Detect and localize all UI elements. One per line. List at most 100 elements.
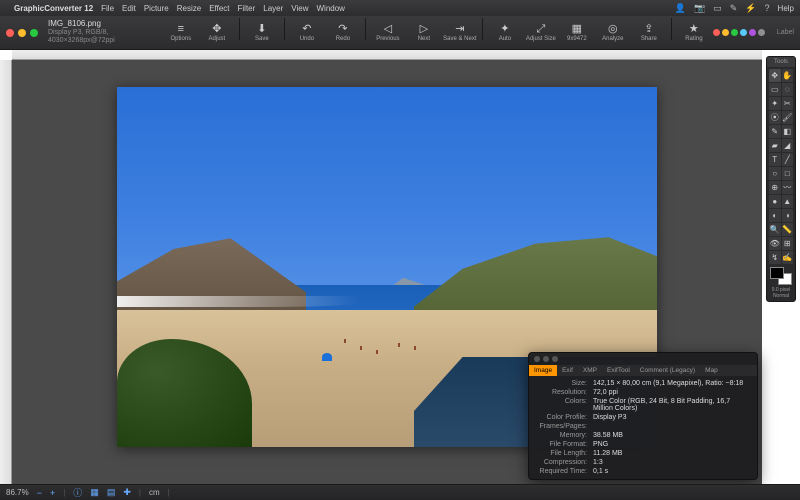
rect-tool[interactable]: □ <box>782 167 794 180</box>
info-val-format: PNG <box>593 441 751 448</box>
tab-map[interactable]: Map <box>700 365 723 376</box>
tab-exif[interactable]: Exif <box>557 365 578 376</box>
tools-palette[interactable]: Tools ✥ ✋ ▭ ◌ ✦ ✂ ⦿ 🖌 ✎ ◧ ▰ ◢ T ╱ ○ □ ⊕ … <box>766 56 796 302</box>
app-name[interactable]: GraphicConverter 12 <box>14 4 93 13</box>
menu-help[interactable]: Help <box>778 4 794 13</box>
tools-palette-header[interactable]: Tools <box>767 57 795 67</box>
stamp-tool[interactable]: ⊕ <box>769 181 781 194</box>
line-tool[interactable]: ╱ <box>782 153 794 166</box>
brush-tool[interactable]: 🖌 <box>782 111 794 124</box>
horizontal-ruler[interactable] <box>12 50 762 60</box>
path-tool[interactable]: ↯ <box>769 251 781 264</box>
bolt-icon[interactable]: ⚡ <box>745 3 756 14</box>
label-red[interactable] <box>713 29 720 36</box>
save-next-button[interactable]: ⇥Save & Next <box>443 18 477 48</box>
lasso-tool[interactable]: ◌ <box>782 83 794 96</box>
zoom-out-icon[interactable]: − <box>37 488 42 498</box>
grid-button[interactable]: ▦9x9472 <box>560 18 594 48</box>
text-tool[interactable]: T <box>769 153 781 166</box>
menu-window[interactable]: Window <box>317 4 345 13</box>
unit-selector[interactable]: cm <box>149 488 160 497</box>
label-blue[interactable] <box>740 29 747 36</box>
menu-file[interactable]: File <box>101 4 114 13</box>
next-icon: ▷ <box>420 24 428 35</box>
zoom-level[interactable]: 86.7% <box>6 488 29 497</box>
close-button[interactable] <box>6 29 14 37</box>
analyze-icon: ◎ <box>608 24 618 35</box>
info-val-compression: 1:3 <box>593 459 751 466</box>
gradient-tool[interactable]: ◢ <box>782 139 794 152</box>
info-min-button[interactable] <box>543 356 549 362</box>
menu-edit[interactable]: Edit <box>122 4 136 13</box>
measure-tool[interactable]: 📏 <box>782 223 794 236</box>
eraser-tool[interactable]: ◧ <box>782 125 794 138</box>
minimize-button[interactable] <box>18 29 26 37</box>
hand-tool[interactable]: ✋ <box>782 69 794 82</box>
resize-icon: ⤢ <box>536 24 545 35</box>
zoom-in-icon[interactable]: + <box>50 488 55 498</box>
analyze-button[interactable]: ◎Analyze <box>596 18 630 48</box>
crosshair-icon[interactable]: ✚ <box>123 487 131 498</box>
pencil-tool[interactable]: ✎ <box>769 125 781 138</box>
menu-picture[interactable]: Picture <box>144 4 169 13</box>
tab-xmp[interactable]: XMP <box>578 365 602 376</box>
grid-toggle-icon[interactable]: ▦ <box>90 487 99 498</box>
ruler-toggle-icon[interactable]: ▤ <box>107 487 116 498</box>
adjust-icon: ✥ <box>212 24 221 35</box>
tab-comment[interactable]: Comment (Legacy) <box>635 365 700 376</box>
marquee-tool[interactable]: ▭ <box>769 83 781 96</box>
share-button[interactable]: ⇪Share <box>632 18 666 48</box>
previous-button[interactable]: ◁Previous <box>371 18 405 48</box>
edit-icon[interactable]: ✎ <box>730 3 738 14</box>
document-title-area: IMG_8106.png Display P3, RGB/8, 4030×326… <box>48 20 162 44</box>
maximize-button[interactable] <box>30 29 38 37</box>
fill-tool[interactable]: ▰ <box>769 139 781 152</box>
burn-tool[interactable]: ◑ <box>782 209 794 222</box>
vertical-ruler[interactable] <box>0 60 12 484</box>
info-max-button[interactable] <box>552 356 558 362</box>
crop-tool[interactable]: ✂ <box>782 97 794 110</box>
menu-layer[interactable]: Layer <box>263 4 283 13</box>
blend-mode-label[interactable]: Normal <box>772 293 791 299</box>
menu-resize[interactable]: Resize <box>177 4 201 13</box>
next-button[interactable]: ▷Next <box>407 18 441 48</box>
camera-icon[interactable]: 📷 <box>694 3 705 14</box>
tab-image[interactable]: Image <box>529 365 557 376</box>
label-purple[interactable] <box>749 29 756 36</box>
user-icon[interactable]: 👤 <box>675 3 686 14</box>
label-green[interactable] <box>731 29 738 36</box>
label-yellow[interactable] <box>722 29 729 36</box>
wand-tool[interactable]: ✦ <box>769 97 781 110</box>
foreground-color-swatch[interactable] <box>770 267 784 279</box>
eyedropper-tool[interactable]: ⦿ <box>769 111 781 124</box>
info-close-button[interactable] <box>534 356 540 362</box>
rating-button[interactable]: ★Rating <box>677 18 711 48</box>
info-panel[interactable]: Image Exif XMP ExifTool Comment (Legacy)… <box>528 352 758 480</box>
dodge-tool[interactable]: ◐ <box>769 209 781 222</box>
auto-button[interactable]: ✦Auto <box>488 18 522 48</box>
save-button[interactable]: ⬇Save <box>245 18 279 48</box>
menu-view[interactable]: View <box>291 4 308 13</box>
sharpen-tool[interactable]: ▲ <box>782 195 794 208</box>
zoom-tool[interactable]: 🔍 <box>769 223 781 236</box>
label-gray[interactable] <box>758 29 765 36</box>
redo-button[interactable]: ↷Redo <box>326 18 360 48</box>
note-tool[interactable]: ✍ <box>782 251 794 264</box>
adjust-size-button[interactable]: ⤢Adjust Size <box>524 18 558 48</box>
undo-button[interactable]: ↶Undo <box>290 18 324 48</box>
tab-exiftool[interactable]: ExifTool <box>602 365 635 376</box>
blur-tool[interactable]: ● <box>769 195 781 208</box>
info-toggle-icon[interactable]: ⓘ <box>73 486 82 499</box>
menu-effect[interactable]: Effect <box>209 4 229 13</box>
folder-icon[interactable]: ▭ <box>713 3 722 14</box>
move-tool[interactable]: ✥ <box>769 69 781 82</box>
adjust-button[interactable]: ✥Adjust <box>200 18 234 48</box>
shape-tool[interactable]: ○ <box>769 167 781 180</box>
menu-filter[interactable]: Filter <box>238 4 256 13</box>
redeye-tool[interactable]: 👁 <box>769 237 781 250</box>
clone-tool[interactable]: ⊞ <box>782 237 794 250</box>
color-swatches[interactable] <box>770 267 792 285</box>
options-button[interactable]: ≡Options <box>164 18 198 48</box>
smudge-tool[interactable]: 〰 <box>782 181 794 194</box>
help-icon[interactable]: ? <box>765 3 770 13</box>
